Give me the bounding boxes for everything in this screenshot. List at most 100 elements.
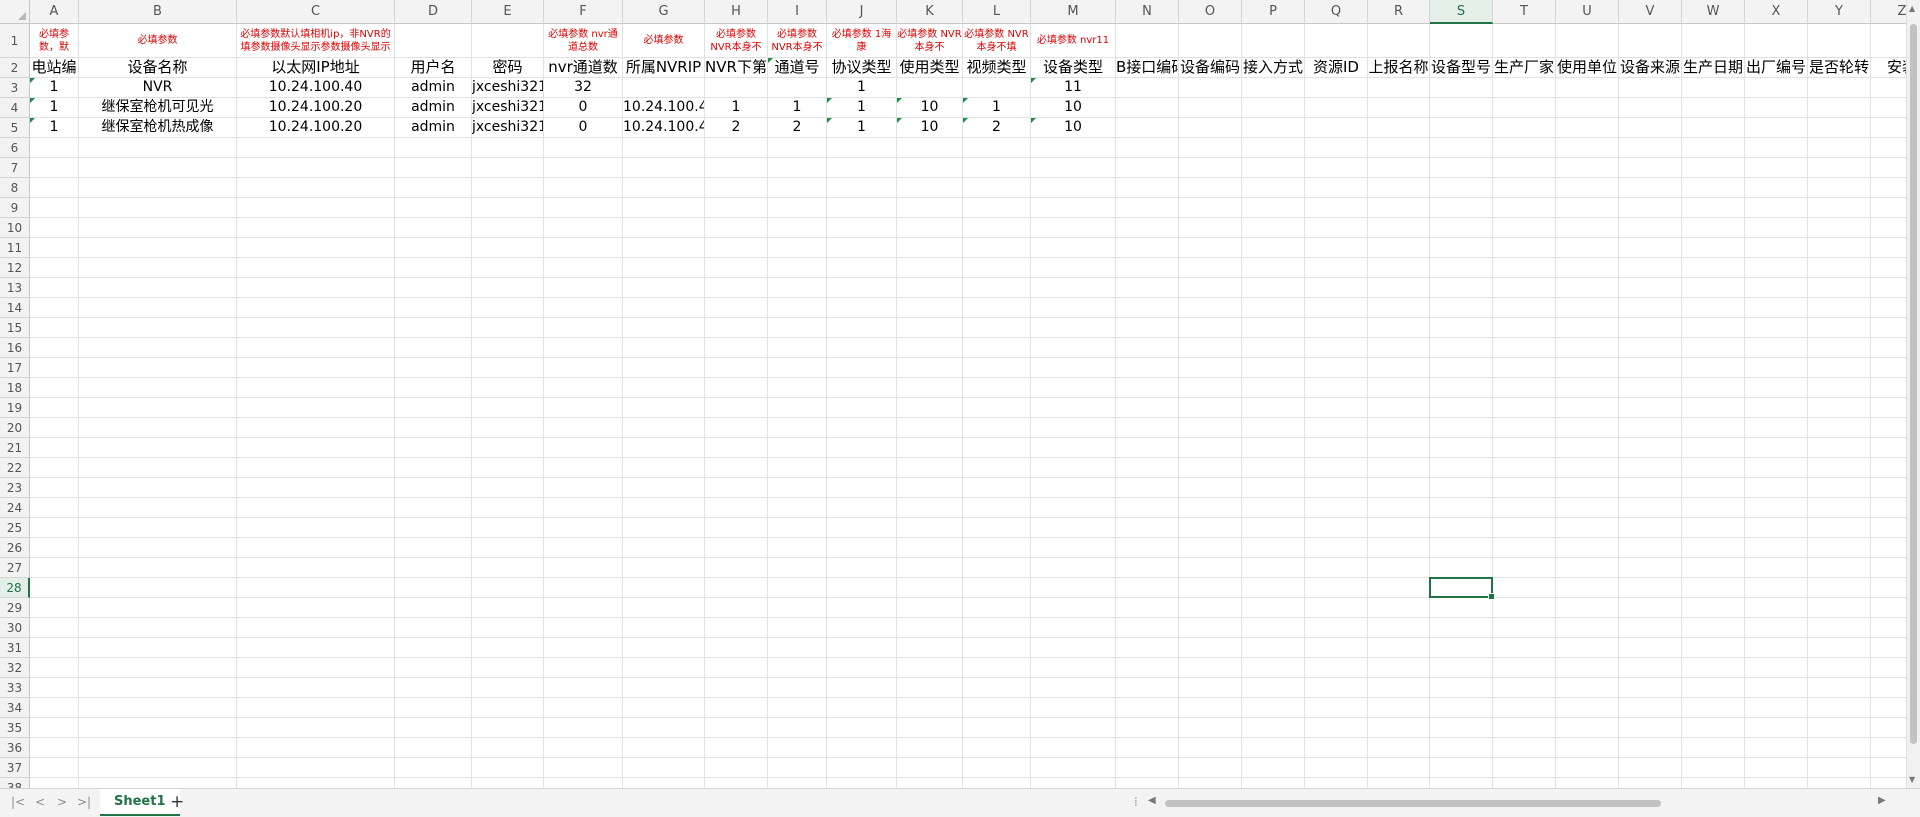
cell-h21[interactable] xyxy=(705,438,768,458)
cell-p8[interactable] xyxy=(1242,178,1305,198)
cell-y27[interactable] xyxy=(1808,558,1871,578)
cell-f13[interactable] xyxy=(544,278,623,298)
cell-q10[interactable] xyxy=(1305,218,1368,238)
cell-u37[interactable] xyxy=(1556,758,1619,778)
cell-i33[interactable] xyxy=(768,678,827,698)
column-header-r[interactable]: R xyxy=(1368,0,1430,24)
cell-p27[interactable] xyxy=(1242,558,1305,578)
cell-z5[interactable] xyxy=(1871,118,1906,138)
cell-k21[interactable] xyxy=(897,438,963,458)
cell-i9[interactable] xyxy=(768,198,827,218)
cell-z9[interactable] xyxy=(1871,198,1906,218)
column-header-f[interactable]: F xyxy=(544,0,623,24)
cell-g24[interactable] xyxy=(623,498,705,518)
cell-v29[interactable] xyxy=(1619,598,1682,618)
cell-q34[interactable] xyxy=(1305,698,1368,718)
cell-m9[interactable] xyxy=(1031,198,1116,218)
cell-s18[interactable] xyxy=(1430,378,1493,398)
cell-c2[interactable]: 以太网IP地址 xyxy=(237,58,395,78)
cell-k31[interactable] xyxy=(897,638,963,658)
cell-r7[interactable] xyxy=(1368,158,1430,178)
cell-s21[interactable] xyxy=(1430,438,1493,458)
cell-g21[interactable] xyxy=(623,438,705,458)
cell-y17[interactable] xyxy=(1808,358,1871,378)
cell-d2[interactable]: 用户名 xyxy=(395,58,472,78)
cell-c22[interactable] xyxy=(237,458,395,478)
cell-z24[interactable] xyxy=(1871,498,1906,518)
cell-r27[interactable] xyxy=(1368,558,1430,578)
cell-j27[interactable] xyxy=(827,558,897,578)
cell-r13[interactable] xyxy=(1368,278,1430,298)
cell-t13[interactable] xyxy=(1493,278,1556,298)
cell-n4[interactable] xyxy=(1116,98,1179,118)
cell-a11[interactable] xyxy=(30,238,79,258)
cell-l23[interactable] xyxy=(963,478,1031,498)
cell-c11[interactable] xyxy=(237,238,395,258)
cell-u21[interactable] xyxy=(1556,438,1619,458)
cell-l33[interactable] xyxy=(963,678,1031,698)
cell-w6[interactable] xyxy=(1682,138,1745,158)
cell-g26[interactable] xyxy=(623,538,705,558)
cell-r34[interactable] xyxy=(1368,698,1430,718)
cell-p36[interactable] xyxy=(1242,738,1305,758)
cell-i22[interactable] xyxy=(768,458,827,478)
cell-h29[interactable] xyxy=(705,598,768,618)
cell-b25[interactable] xyxy=(79,518,237,538)
cell-t29[interactable] xyxy=(1493,598,1556,618)
column-header-x[interactable]: X xyxy=(1745,0,1808,24)
cell-n1[interactable] xyxy=(1116,24,1179,58)
cell-z19[interactable] xyxy=(1871,398,1906,418)
row-header-18[interactable]: 18 xyxy=(0,378,30,398)
cell-p21[interactable] xyxy=(1242,438,1305,458)
row-header-30[interactable]: 30 xyxy=(0,618,30,638)
cell-w33[interactable] xyxy=(1682,678,1745,698)
cell-g3[interactable] xyxy=(623,78,705,98)
cell-y8[interactable] xyxy=(1808,178,1871,198)
cell-d1[interactable] xyxy=(395,24,472,58)
column-header-j[interactable]: J xyxy=(827,0,897,24)
cell-g17[interactable] xyxy=(623,358,705,378)
cell-q1[interactable] xyxy=(1305,24,1368,58)
cell-t15[interactable] xyxy=(1493,318,1556,338)
cell-m8[interactable] xyxy=(1031,178,1116,198)
prev-sheet-icon[interactable]: < xyxy=(32,795,48,809)
cell-v33[interactable] xyxy=(1619,678,1682,698)
cell-d11[interactable] xyxy=(395,238,472,258)
cell-t1[interactable] xyxy=(1493,24,1556,58)
cell-x36[interactable] xyxy=(1745,738,1808,758)
cell-q2[interactable]: 资源ID xyxy=(1305,58,1368,78)
cell-u13[interactable] xyxy=(1556,278,1619,298)
cell-n10[interactable] xyxy=(1116,218,1179,238)
cell-r16[interactable] xyxy=(1368,338,1430,358)
cell-h16[interactable] xyxy=(705,338,768,358)
cell-w5[interactable] xyxy=(1682,118,1745,138)
cell-k10[interactable] xyxy=(897,218,963,238)
cell-b36[interactable] xyxy=(79,738,237,758)
cell-k13[interactable] xyxy=(897,278,963,298)
cell-m18[interactable] xyxy=(1031,378,1116,398)
cell-o11[interactable] xyxy=(1179,238,1242,258)
cell-r36[interactable] xyxy=(1368,738,1430,758)
cell-w7[interactable] xyxy=(1682,158,1745,178)
cell-j11[interactable] xyxy=(827,238,897,258)
row-header-37[interactable]: 37 xyxy=(0,758,30,778)
cell-v30[interactable] xyxy=(1619,618,1682,638)
cell-f20[interactable] xyxy=(544,418,623,438)
cell-c31[interactable] xyxy=(237,638,395,658)
column-header-y[interactable]: Y xyxy=(1808,0,1871,24)
cell-x26[interactable] xyxy=(1745,538,1808,558)
cell-t14[interactable] xyxy=(1493,298,1556,318)
cell-l20[interactable] xyxy=(963,418,1031,438)
row-header-38[interactable]: 38 xyxy=(0,778,30,788)
cell-m33[interactable] xyxy=(1031,678,1116,698)
cell-r22[interactable] xyxy=(1368,458,1430,478)
cell-a9[interactable] xyxy=(30,198,79,218)
cell-a28[interactable] xyxy=(30,578,79,598)
cell-s14[interactable] xyxy=(1430,298,1493,318)
cell-f10[interactable] xyxy=(544,218,623,238)
cell-v22[interactable] xyxy=(1619,458,1682,478)
row-header-5[interactable]: 5 xyxy=(0,118,30,138)
row-header-34[interactable]: 34 xyxy=(0,698,30,718)
cell-n35[interactable] xyxy=(1116,718,1179,738)
cell-i4[interactable]: 1 xyxy=(768,98,827,118)
